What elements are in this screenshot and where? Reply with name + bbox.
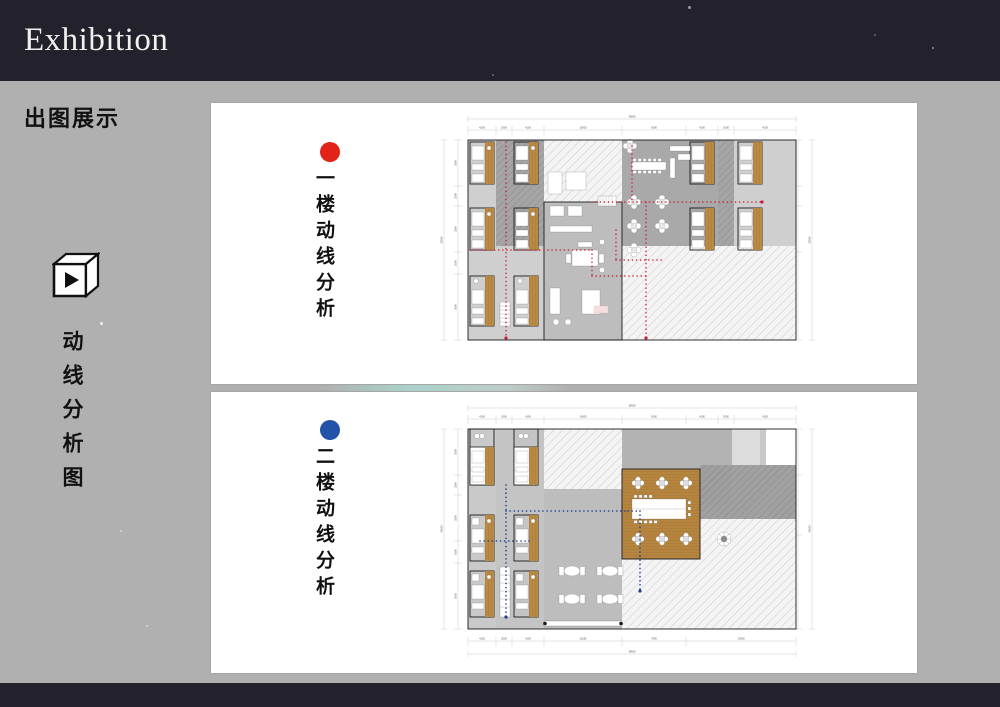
svg-text:4100: 4100 [699,415,705,419]
svg-text:10000: 10000 [737,637,745,641]
svg-text:33000: 33000 [808,525,812,533]
rail-vertical-label: 动线分析图 [60,330,84,500]
dimension-left: 33000 3300 2300 3300 1600 3500 [440,428,462,630]
slide-header: Exhibition [0,0,1000,81]
svg-text:3300: 3300 [454,226,458,232]
svg-text:8100: 8100 [651,415,657,419]
svg-text:2300: 2300 [454,482,458,488]
panel-divider-tint [320,385,570,391]
plan-body-floor-1 [467,138,797,341]
svg-text:2000: 2000 [723,126,729,130]
svg-text:38000: 38000 [628,115,636,119]
svg-text:38000: 38000 [628,650,636,654]
dimension-top: 38000 4100 2000 4100 10000 8100 4100 200… [467,404,797,424]
slide-footer [0,683,1000,707]
svg-text:2300: 2300 [454,193,458,199]
dust-speck [146,625,148,627]
svg-text:2000: 2000 [501,415,507,419]
floor-1-label: 一楼动线分析 [310,142,350,324]
svg-text:2000: 2000 [501,126,507,130]
section-title: 出图展示 [24,106,121,131]
svg-text:4100: 4100 [479,126,485,130]
svg-text:33000: 33000 [808,236,812,244]
svg-text:4100: 4100 [525,637,531,641]
svg-text:38000: 38000 [628,404,636,408]
svg-text:4100: 4100 [479,637,485,641]
cube-play-icon [52,252,100,298]
svg-text:4100: 4100 [762,126,768,130]
dust-speck [874,34,876,36]
feature-table [716,531,732,547]
plan-body-floor-2 [467,428,797,630]
floor-1-drawing[interactable]: 38000 4100 2000 4100 10000 8100 4100 200… [432,110,824,376]
svg-text:8100: 8100 [651,126,657,130]
floor-1-caption: 一楼动线分析 [313,168,334,324]
dimension-top: 38000 4100 2000 4100 10000 8100 4100 200… [467,115,797,135]
dust-speck [120,530,122,532]
svg-text:10000: 10000 [579,415,587,419]
svg-text:2000: 2000 [501,637,507,641]
svg-text:4100: 4100 [525,415,531,419]
dust-speck [688,6,691,9]
svg-text:4100: 4100 [699,126,705,130]
floor-1-dot [320,142,340,162]
balcony-railing [543,620,623,627]
svg-text:1600: 1600 [454,549,458,555]
svg-text:3300: 3300 [454,515,458,521]
svg-text:4100: 4100 [762,415,768,419]
svg-text:1600: 1600 [454,260,458,266]
svg-text:7900: 7900 [651,637,657,641]
floor-2-label: 二楼动线分析 [310,420,350,602]
dimension-right: 33000 3300 6200 10600 [794,428,815,630]
svg-text:10000: 10000 [579,126,587,130]
dimension-right: 33000 3300 2300 3300 16400 [794,139,815,341]
svg-text:33000: 33000 [440,525,444,533]
svg-text:3500: 3500 [454,593,458,599]
dimension-bottom: 4100 2000 4100 10150 7900 10000 38000 [467,637,797,657]
svg-text:3300: 3300 [454,160,458,166]
svg-text:4100: 4100 [479,415,485,419]
svg-text:2000: 2000 [723,415,729,419]
dimension-left: 33000 3300 2300 3300 1600 3500 [440,139,462,341]
dust-speck [100,322,103,325]
floor-2-caption: 二楼动线分析 [313,446,334,602]
dust-speck [932,47,934,49]
floor-2-drawing[interactable]: 38000 4100 2000 4100 10000 8100 4100 200… [432,399,824,665]
svg-text:10150: 10150 [579,637,587,641]
svg-text:3300: 3300 [454,449,458,455]
svg-text:33000: 33000 [440,236,444,244]
svg-text:4100: 4100 [525,126,531,130]
banquet-room [621,468,701,560]
floor-2-dot [320,420,340,440]
page-title: Exhibition [24,22,169,58]
svg-text:3500: 3500 [454,304,458,310]
dust-speck [492,74,494,76]
